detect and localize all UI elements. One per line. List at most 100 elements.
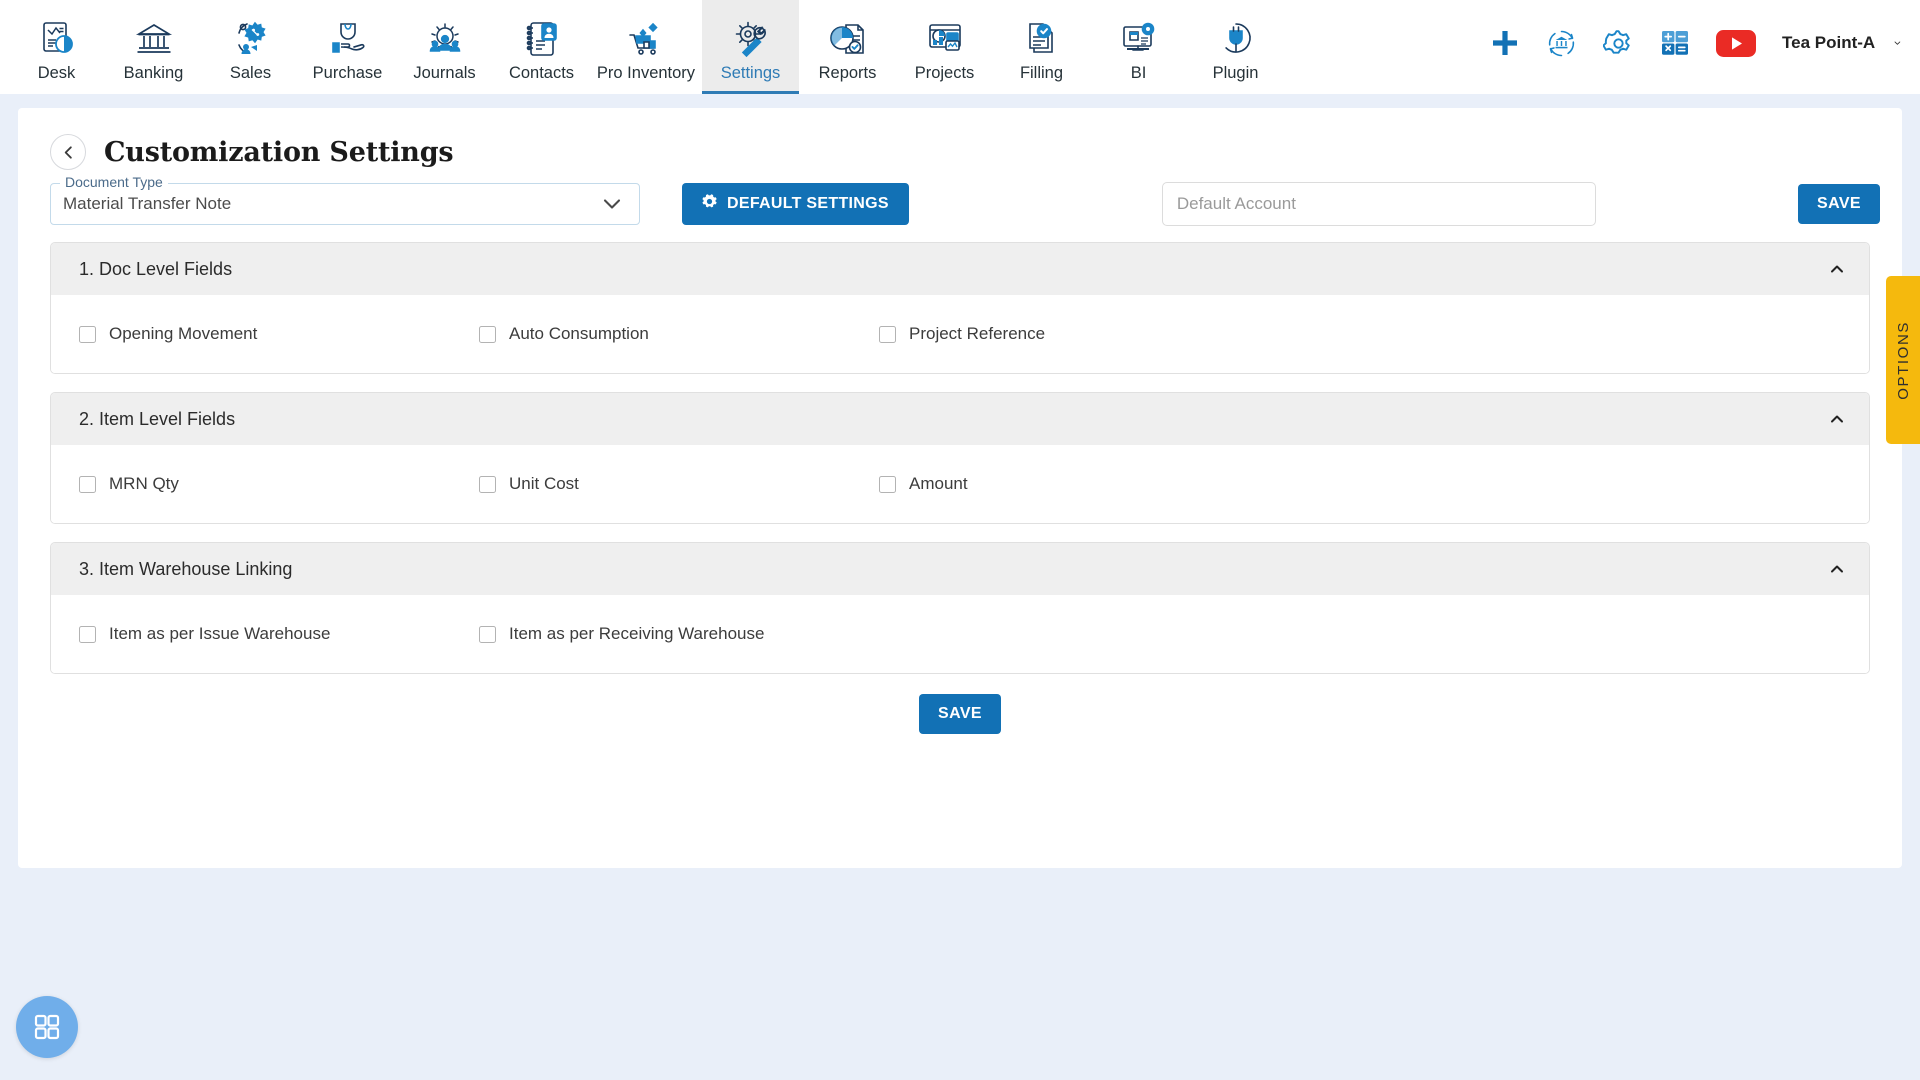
youtube-icon[interactable] xyxy=(1716,29,1756,58)
back-button[interactable] xyxy=(50,134,86,170)
page-title: Customization Settings xyxy=(104,136,454,168)
settings-gear-wrench-icon xyxy=(731,17,771,61)
checkbox-box[interactable] xyxy=(79,325,96,343)
desk-dashboard-icon xyxy=(37,17,77,61)
section-header[interactable]: 2. Item Level Fields xyxy=(51,393,1869,445)
nav-item-label: Contacts xyxy=(508,64,575,82)
nav-item-label: Projects xyxy=(914,64,975,82)
settings-toolbar: Material Transfer Note Document Type DEF… xyxy=(36,174,1884,226)
reports-piechart-icon xyxy=(828,17,868,61)
nav-item-banking[interactable]: Banking xyxy=(105,0,202,94)
chevron-up-icon[interactable] xyxy=(1827,409,1847,429)
nav-item-label: Reports xyxy=(818,64,877,82)
customization-settings-card: Customization Settings Material Transfer… xyxy=(18,108,1902,868)
options-tab-label: OPTIONS xyxy=(1894,320,1912,400)
nav-item-label: Journals xyxy=(413,64,476,82)
nav-item-settings[interactable]: Settings xyxy=(702,0,799,94)
checkbox-box[interactable] xyxy=(879,475,896,493)
default-settings-label: DEFAULT SETTINGS xyxy=(727,195,889,212)
chevron-down-icon xyxy=(1894,41,1901,45)
checkbox-item[interactable]: MRN Qty xyxy=(51,474,451,494)
chevron-up-icon[interactable] xyxy=(1827,559,1847,579)
checkbox-item[interactable]: Item as per Receiving Warehouse xyxy=(451,624,851,644)
save-button-bottom[interactable]: SAVE xyxy=(919,694,1001,734)
checkbox-label: Unit Cost xyxy=(509,474,579,493)
page-header: Customization Settings xyxy=(36,126,1884,176)
nav-item-plugin[interactable]: Plugin xyxy=(1187,0,1284,94)
plugin-plug-icon xyxy=(1216,17,1256,61)
nav-item-pro-inventory[interactable]: Pro Inventory xyxy=(590,0,702,94)
checkbox-label: Project Reference xyxy=(909,324,1046,343)
checkbox-label: Auto Consumption xyxy=(509,324,649,343)
user-account-menu[interactable]: Tea Point-A xyxy=(1782,33,1902,53)
checkbox-label: Item as per Receiving Warehouse xyxy=(509,624,765,643)
checkbox-label: Item as per Issue Warehouse xyxy=(109,624,331,643)
section-title: 3. Item Warehouse Linking xyxy=(79,558,293,579)
grid-apps-icon xyxy=(34,1014,60,1040)
calculator-icon[interactable] xyxy=(1660,28,1690,58)
section-header[interactable]: 3. Item Warehouse Linking xyxy=(51,543,1869,595)
nav-item-label: BI xyxy=(1130,64,1147,82)
checkbox-box[interactable] xyxy=(79,625,96,643)
settings-section: 2. Item Level Fields MRN Qty Unit Cost A… xyxy=(50,392,1870,524)
checkbox-item[interactable]: Item as per Issue Warehouse xyxy=(51,624,451,644)
options-side-tab[interactable]: OPTIONS xyxy=(1886,276,1920,444)
nav-item-filling[interactable]: Filling xyxy=(993,0,1090,94)
checkbox-box[interactable] xyxy=(879,325,896,343)
nav-item-contacts[interactable]: Contacts xyxy=(493,0,590,94)
chevron-down-icon xyxy=(599,191,631,217)
checkbox-item[interactable]: Auto Consumption xyxy=(451,324,851,344)
default-account-input[interactable] xyxy=(1161,182,1596,226)
bi-monitor-gear-icon xyxy=(1119,17,1159,61)
nav-item-label: Sales xyxy=(229,64,272,82)
checkbox-box[interactable] xyxy=(79,475,96,493)
default-settings-button[interactable]: DEFAULT SETTINGS xyxy=(682,183,909,225)
add-new-icon[interactable] xyxy=(1490,28,1520,58)
checkbox-item[interactable]: Project Reference xyxy=(851,324,1251,344)
section-title: 1. Doc Level Fields xyxy=(79,258,233,279)
checkbox-box[interactable] xyxy=(479,475,496,493)
nav-item-label: Banking xyxy=(123,64,184,82)
chevron-up-icon[interactable] xyxy=(1827,259,1847,279)
nav-item-label: Pro Inventory xyxy=(596,64,696,82)
document-type-label: Document Type xyxy=(60,174,168,190)
nav-item-journals[interactable]: Journals xyxy=(396,0,493,94)
section-body: MRN Qty Unit Cost Amount xyxy=(51,445,1869,523)
contacts-book-icon xyxy=(522,17,562,61)
nav-item-label: Desk xyxy=(37,64,76,82)
save-button-top[interactable]: SAVE xyxy=(1798,184,1880,224)
settings-sections: 1. Doc Level Fields Opening Movement Aut… xyxy=(36,226,1884,674)
document-type-value: Material Transfer Note xyxy=(63,194,232,213)
checkbox-box[interactable] xyxy=(479,325,496,343)
journals-gear-people-icon xyxy=(425,17,465,61)
user-name-label: Tea Point-A xyxy=(1782,33,1876,52)
section-header[interactable]: 1. Doc Level Fields xyxy=(51,243,1869,295)
gear-icon xyxy=(702,194,717,214)
document-type-select[interactable]: Material Transfer Note Document Type xyxy=(50,174,640,225)
apps-fab-button[interactable] xyxy=(16,996,78,1058)
checkbox-item[interactable]: Amount xyxy=(851,474,1251,494)
inventory-cart-icon xyxy=(626,17,666,61)
checkbox-item[interactable]: Opening Movement xyxy=(51,324,451,344)
nav-item-label: Purchase xyxy=(312,64,383,82)
bank-icon xyxy=(134,17,174,61)
chevron-left-icon xyxy=(64,145,72,159)
projects-board-icon xyxy=(925,17,965,61)
sales-tag-icon xyxy=(231,17,271,61)
checkbox-label: MRN Qty xyxy=(109,474,179,493)
nav-item-purchase[interactable]: Purchase xyxy=(299,0,396,94)
bank-sync-icon[interactable] xyxy=(1546,28,1577,59)
nav-item-projects[interactable]: Projects xyxy=(896,0,993,94)
page-container: OPTIONS Customization Settings Material … xyxy=(0,94,1920,868)
nav-item-sales[interactable]: Sales xyxy=(202,0,299,94)
settings-section: 3. Item Warehouse Linking Item as per Is… xyxy=(50,542,1870,674)
top-navigation-bar: Desk Banking Sales Purchase Journals Con… xyxy=(0,0,1920,94)
checkbox-item[interactable]: Unit Cost xyxy=(451,474,851,494)
nav-item-reports[interactable]: Reports xyxy=(799,0,896,94)
nav-item-desk[interactable]: Desk xyxy=(8,0,105,94)
footer-actions: SAVE xyxy=(36,692,1884,734)
checkbox-box[interactable] xyxy=(479,625,496,643)
settings-gear-icon[interactable] xyxy=(1603,28,1634,59)
nav-item-bi[interactable]: BI xyxy=(1090,0,1187,94)
settings-section: 1. Doc Level Fields Opening Movement Aut… xyxy=(50,242,1870,374)
